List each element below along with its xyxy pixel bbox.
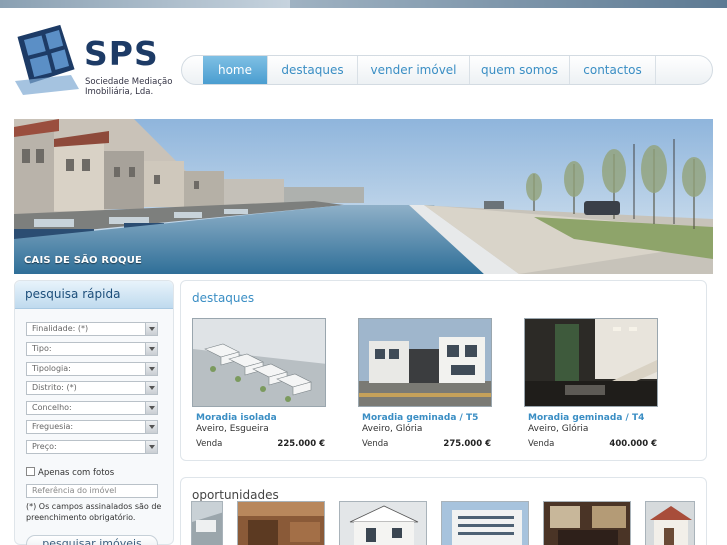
property-location: Aveiro, Glória [528,424,589,434]
chevron-down-icon [145,441,157,453]
logo-mark-icon [15,24,79,95]
property-price-row: Venda 225.000 € [192,439,327,451]
logo-name: SPS [84,34,159,73]
opportunity-thumbnail[interactable] [441,501,529,545]
concelho-select[interactable]: Concelho: [26,401,158,415]
quick-search-panel: pesquisa rápida Finalidade: (*) Tipo: Ti… [14,280,174,545]
thumbnail-image [340,502,426,545]
opportunity-thumbnail[interactable] [543,501,631,545]
property-title[interactable]: Moradia isolada [192,413,327,423]
top-decoration-strip [0,0,727,8]
property-purpose: Venda [362,439,389,449]
nav-item-vender-imovel[interactable]: vender imóvel [358,56,470,84]
property-price: 225.000 € [277,439,325,449]
page: SPS Sociedade Mediação Imobiliária, Lda.… [0,8,727,545]
checkbox-box[interactable] [26,467,35,476]
property-location: Aveiro, Esgueira [196,424,269,434]
logo-subtitle: Sociedade Mediação Imobiliária, Lda. [85,77,175,97]
property-render-illustration [193,319,325,406]
company-logo[interactable]: SPS Sociedade Mediação Imobiliária, Lda. [13,21,172,111]
property-title[interactable]: Moradia geminada / T5 [358,413,493,423]
nav-item-destaques[interactable]: destaques [268,56,358,84]
chevron-down-icon [145,363,157,375]
finalidade-select-value: Finalidade: (*) [32,324,89,333]
banner-caption: CAIS DE SÃO ROQUE [24,255,143,266]
finalidade-select[interactable]: Finalidade: (*) [26,322,158,336]
nav-item-home[interactable]: home [203,56,268,84]
property-location: Aveiro, Glória [362,424,423,434]
thumbnail-image [238,502,324,545]
logo-subtitle-line-2: Imobiliária, Lda. [85,87,154,97]
property-photo[interactable] [192,318,326,407]
logo-subtitle-line-1: Sociedade Mediação [85,77,173,87]
property-title[interactable]: Moradia geminada / T4 [524,413,659,423]
property-render-illustration [525,319,657,406]
property-price-row: Venda 400.000 € [524,439,659,451]
property-render-illustration [359,319,491,406]
chevron-down-icon [145,343,157,355]
property-purpose: Venda [196,439,223,449]
thumbnail-image [646,502,694,545]
property-card[interactable]: Moradia geminada / T4 Aveiro, Glória Ven… [524,318,659,451]
main-navigation: home destaques vender imóvel quem somos … [181,55,713,85]
distrito-select-value: Distrito: (*) [32,383,77,392]
concelho-select-value: Concelho: [32,403,72,412]
chevron-down-icon [145,382,157,394]
tipologia-select-value: Tipologia: [32,364,71,373]
property-photo[interactable] [524,318,658,407]
opportunity-thumbnail[interactable] [237,501,325,545]
opportunities-title: oportunidades [192,488,279,502]
search-properties-button[interactable]: pesquisar imóveis [26,535,158,545]
opportunity-thumbnail[interactable] [645,501,695,545]
hero-banner: CAIS DE SÃO ROQUE [14,119,713,274]
tipologia-select[interactable]: Tipologia: [26,362,158,376]
freguesia-select[interactable]: Freguesia: [26,420,158,434]
thumbnail-image [544,502,630,545]
required-fields-note: (*) Os campos assinalados são de preench… [26,502,162,522]
chevron-down-icon [145,323,157,335]
photos-only-label: Apenas com fotos [38,468,115,478]
distrito-select[interactable]: Distrito: (*) [26,381,158,395]
chevron-down-icon [145,402,157,414]
property-card[interactable]: Moradia isolada Aveiro, Esgueira Venda 2… [192,318,327,451]
freguesia-select-value: Freguesia: [32,422,74,431]
reference-input[interactable]: Referência do imóvel [26,484,158,498]
thumbnail-image [192,502,222,545]
photos-only-checkbox[interactable]: Apenas com fotos [26,467,114,478]
property-card[interactable]: Moradia geminada / T5 Aveiro, Glória Ven… [358,318,493,451]
property-price: 400.000 € [609,439,657,449]
top-strip-highlight [0,0,290,8]
nav-item-quem-somos[interactable]: quem somos [470,56,570,84]
highlights-panel: destaques Moradia isolada Aveiro, Esguei… [180,280,707,461]
quick-search-title: pesquisa rápida [15,281,173,309]
thumbnail-image [442,502,528,545]
chevron-down-icon [145,421,157,433]
property-price-row: Venda 275.000 € [358,439,493,451]
property-purpose: Venda [528,439,555,449]
tipo-select[interactable]: Tipo: [26,342,158,356]
highlights-title: destaques [192,291,255,305]
tipo-select-value: Tipo: [32,344,52,353]
opportunities-panel: oportunidades [180,477,707,545]
preco-select[interactable]: Preço: [26,440,158,454]
preco-select-value: Preço: [32,442,57,451]
opportunity-thumbnail[interactable] [191,501,223,545]
nav-item-contactos[interactable]: contactos [570,56,656,84]
banner-canal-illustration [14,119,713,274]
opportunity-thumbnail[interactable] [339,501,427,545]
property-photo[interactable] [358,318,492,407]
property-price: 275.000 € [443,439,491,449]
